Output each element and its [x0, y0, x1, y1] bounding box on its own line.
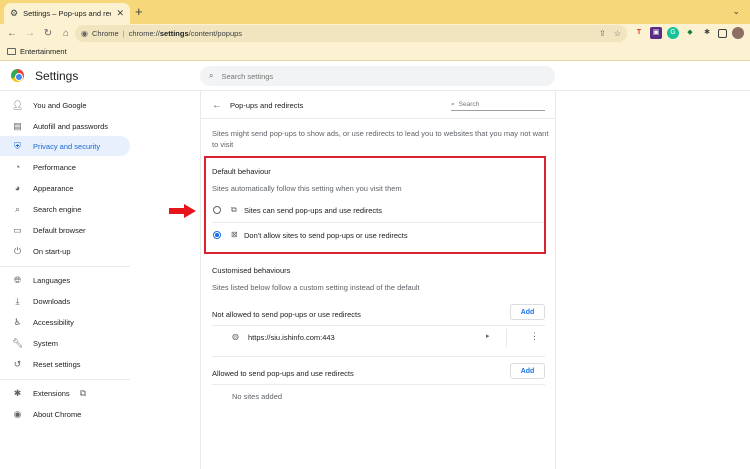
sidebar-item-extensions[interactable]: ✱ Extensions ⧉	[0, 383, 130, 403]
speedometer-icon: ◔	[14, 162, 21, 172]
chrome-icon: ◉	[81, 29, 88, 38]
customised-subtitle: Sites listed below follow a custom setti…	[212, 283, 420, 292]
avatar[interactable]	[732, 27, 744, 39]
tab-strip: ⚙ Settings – Pop-ups and redire ✕ + ⌄	[0, 0, 750, 24]
extensions-area: T ▣ G ◆ ✱ ⋮	[633, 27, 750, 39]
sidebar-item-about[interactable]: ◉ About Chrome	[0, 404, 130, 424]
sidebar-divider	[0, 266, 130, 267]
sidebar-item-you-and-google[interactable]: 👤︎ You and Google	[0, 95, 130, 115]
autofill-icon: ▤	[13, 120, 22, 131]
settings-search[interactable]: ⌕	[200, 66, 555, 86]
sidebar-item-privacy[interactable]: ⛨ Privacy and security	[0, 136, 130, 156]
shield-icon: ⛨	[14, 140, 21, 151]
palette-icon: ◕	[14, 183, 21, 193]
bookmark-entertainment[interactable]: Entertainment	[20, 47, 67, 56]
add-allowed-button[interactable]: Add	[510, 363, 545, 379]
divider	[212, 356, 545, 357]
sidebar-item-appearance[interactable]: ◕ Appearance	[0, 178, 130, 198]
puzzle-icon: ✱	[13, 387, 22, 398]
sidebar-item-reset[interactable]: ↺ Reset settings	[0, 354, 130, 374]
no-sites-text: No sites added	[232, 392, 283, 401]
extensions-puzzle-icon[interactable]: ✱	[701, 27, 713, 39]
back-button[interactable]: ←	[3, 28, 21, 39]
globe-icon: ◍	[232, 332, 239, 341]
page-description: Sites might send pop-ups to show ads, or…	[212, 129, 549, 149]
search-icon: ⌕	[14, 203, 21, 214]
more-actions-icon[interactable]: ⋮	[530, 331, 539, 342]
add-not-allowed-button[interactable]: Add	[510, 304, 545, 320]
highlight-box	[204, 156, 546, 254]
extension-purple-icon[interactable]: ▣	[650, 27, 662, 39]
sidebar-item-search-engine[interactable]: ⌕ Search engine	[0, 199, 130, 219]
person-icon: 👤︎	[12, 99, 24, 110]
url-text[interactable]: chrome://settings/content/popups	[129, 29, 242, 38]
page-title: Settings	[35, 69, 79, 83]
search-input[interactable]	[221, 71, 522, 81]
address-bar[interactable]: ◉ Chrome | chrome://settings/content/pop…	[75, 25, 627, 42]
chrome-icon: ◉	[13, 408, 22, 419]
omnibox-separator: |	[122, 29, 125, 38]
new-tab-button[interactable]: +	[135, 5, 143, 19]
share-icon[interactable]: ⇪	[599, 29, 606, 38]
browser-icon: ▭	[13, 224, 22, 235]
download-icon: ⤓	[15, 295, 20, 306]
divider	[212, 325, 545, 326]
sidebar-divider	[0, 379, 130, 380]
site-row: ◍ https://siu.ishinfo.com:443 ▸ ⋮	[201, 329, 556, 347]
search-icon: ⌕	[451, 100, 455, 108]
globe-icon: 🌐︎	[13, 274, 22, 285]
expand-arrow-icon[interactable]: ▸	[486, 332, 490, 340]
sidebar-item-accessibility[interactable]: ♿︎ Accessibility	[0, 312, 130, 332]
extension-grammarly-icon[interactable]: G	[667, 27, 679, 39]
bookmarks-bar: Entertainment	[0, 43, 750, 61]
toolbar: ← → ↻ ⌂ ◉ Chrome | chrome://settings/con…	[0, 24, 750, 43]
sidebar-item-performance[interactable]: ◔ Performance	[0, 157, 130, 177]
settings-header: Settings ⌕	[0, 61, 750, 91]
folder-icon	[7, 48, 16, 55]
reset-icon: ↺	[13, 358, 22, 369]
extension-green-icon[interactable]: ◆	[684, 27, 696, 39]
side-panel-icon[interactable]	[718, 28, 727, 38]
open-in-new-icon: ⧉	[79, 387, 87, 398]
subpage-search[interactable]: ⌕	[451, 99, 545, 111]
tab-title: Settings – Pop-ups and redire	[23, 9, 111, 18]
sidebar-item-default-browser[interactable]: ▭ Default browser	[0, 220, 130, 240]
home-button[interactable]: ⌂	[57, 28, 75, 39]
row-divider	[506, 329, 507, 347]
sidebar: 👤︎ You and Google ▤ Autofill and passwords…	[0, 91, 140, 469]
back-arrow-icon[interactable]: ←	[212, 100, 222, 111]
settings-card: ← Pop-ups and redirects ⌕ Sites might se…	[200, 91, 556, 469]
reload-button[interactable]: ↻	[39, 28, 57, 39]
allowed-label: Allowed to send pop-ups and use redirect…	[212, 369, 354, 378]
site-chip[interactable]: Chrome	[92, 29, 119, 38]
chrome-logo-icon	[11, 69, 24, 82]
power-icon: ⏻	[13, 245, 22, 256]
not-allowed-label: Not allowed to send pop-ups or use redir…	[212, 310, 361, 319]
sidebar-item-system[interactable]: 🔧︎ System	[0, 333, 130, 353]
forward-button[interactable]: →	[21, 28, 39, 39]
search-icon: ⌕	[209, 71, 214, 80]
divider	[201, 118, 556, 119]
divider	[212, 384, 545, 385]
tab-search-chevron-icon[interactable]: ⌄	[732, 6, 740, 17]
tab-settings[interactable]: ⚙ Settings – Pop-ups and redire ✕	[4, 3, 130, 24]
sidebar-item-autofill[interactable]: ▤ Autofill and passwords	[0, 116, 130, 136]
accessibility-icon: ♿︎	[13, 316, 22, 327]
sidebar-item-downloads[interactable]: ⤓ Downloads	[0, 291, 130, 311]
sidebar-item-languages[interactable]: 🌐︎ Languages	[0, 270, 130, 290]
bookmark-star-icon[interactable]: ☆	[614, 29, 621, 38]
subpage-title: Pop-ups and redirects	[230, 101, 304, 110]
subpage-search-input[interactable]	[458, 101, 539, 108]
extension-translate-icon[interactable]: T	[633, 27, 645, 39]
gear-icon: ⚙	[10, 8, 19, 18]
close-tab-icon[interactable]: ✕	[116, 8, 124, 19]
customised-heading: Customised behaviours	[212, 266, 291, 275]
wrench-icon: 🔧︎	[12, 337, 24, 348]
site-url: https://siu.ishinfo.com:443	[248, 333, 335, 342]
annotation-arrow-icon	[169, 204, 196, 218]
sidebar-item-on-startup[interactable]: ⏻ On start-up	[0, 241, 130, 261]
